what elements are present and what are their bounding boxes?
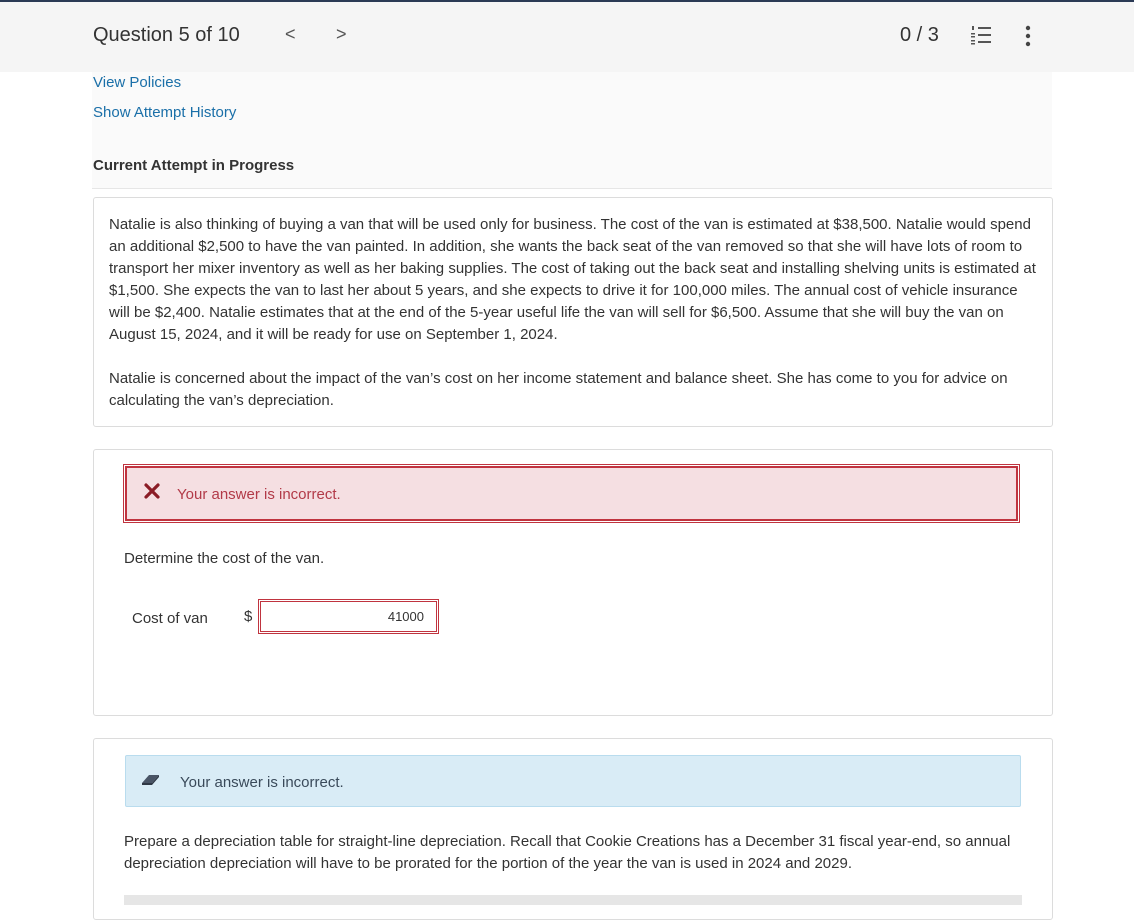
feedback-text: Your answer is incorrect. [180, 774, 344, 791]
question-part-1: Your answer is incorrect. Determine the … [93, 449, 1053, 716]
depreciation-table-header [124, 895, 1022, 905]
question-prompt: Prepare a depreciation table for straigh… [124, 833, 1011, 872]
question-part-2: Your answer is incorrect. Prepare a depr… [93, 738, 1053, 920]
cost-of-van-input[interactable] [258, 599, 439, 634]
incorrect-feedback-info: Your answer is incorrect. [125, 755, 1021, 807]
currency-symbol: $ [244, 608, 253, 625]
show-attempt-history-link[interactable]: Show Attempt History [93, 104, 236, 121]
problem-statement-card: Natalie is also thinking of buying a van… [93, 197, 1053, 427]
attempt-status: Current Attempt in Progress [93, 157, 295, 174]
numbered-list-icon[interactable] [970, 24, 992, 46]
next-question-button[interactable]: > [336, 24, 347, 45]
previous-question-button[interactable]: < [285, 24, 296, 45]
problem-paragraph-2: Natalie is concerned about the impact of… [109, 370, 1008, 409]
feedback-text: Your answer is incorrect. [177, 486, 341, 503]
problem-paragraph-1: Natalie is also thinking of buying a van… [109, 216, 1036, 343]
more-vertical-icon[interactable] [1020, 24, 1036, 48]
incorrect-feedback: Your answer is incorrect. [123, 464, 1020, 523]
question-counter: Question 5 of 10 [93, 24, 240, 46]
view-policies-link[interactable]: View Policies [93, 74, 181, 91]
x-mark-icon [144, 483, 160, 499]
score-display: 0 / 3 [900, 24, 939, 46]
question-prompt: Determine the cost of the van. [124, 550, 325, 567]
cost-of-van-label: Cost of van [132, 610, 208, 627]
eraser-icon [142, 775, 159, 785]
